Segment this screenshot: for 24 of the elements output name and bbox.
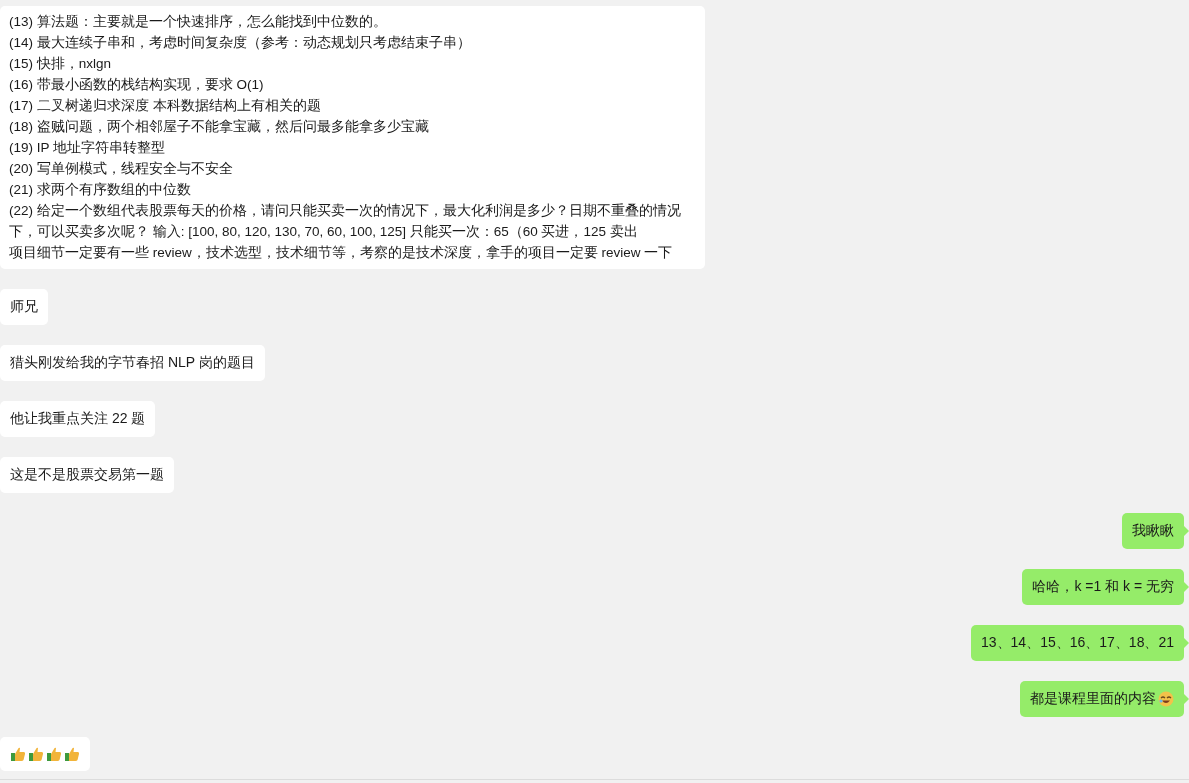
thumbs-up-icon (64, 746, 80, 762)
message-line: (21) 求两个有序数组的中位数 (9, 181, 192, 199)
message-line: (15) 快排，nxlgn (9, 55, 113, 73)
message-text: 13、14、15、16、17、18、21 (981, 634, 1174, 652)
message-line: 下，可以买卖多次呢？ 输入: [100, 80, 120, 130, 70, 60, 100, 125] 只能买一次：65（60 买进，125 卖出 (9, 223, 639, 241)
thumbs-up-icon (10, 746, 26, 762)
message-text: 都是课程里面的内容 (1030, 690, 1156, 708)
message-line: (20) 写单例模式，线程安全与不安全 (9, 160, 234, 178)
message-text: 猎头刚发给我的字节春招 NLP 岗的题目 (10, 354, 255, 372)
message-line: 项目细节一定要有一些 review，技术选型，技术细节等，考察的是技术深度，拿手的项目一定要 review 一下 (9, 244, 674, 262)
message-text: 他让我重点关注 22 题 (10, 410, 146, 428)
message-line: (17) 二叉树递归求深度 本科数据结构上有相关的题 (9, 97, 322, 115)
message-line: (18) 盗贼问题，两个相邻屋子不能拿宝藏，然后问最多能拿多少宝藏 (9, 118, 430, 136)
message-line: (19) IP 地址字符串转整型 (9, 139, 167, 157)
thumbs-up-icon (28, 746, 44, 762)
message-text: 哈哈，k =1 和 k = 无穷 (1032, 578, 1174, 596)
message-text: 我瞅瞅 (1132, 522, 1174, 540)
message-line: (16) 带最小函数的栈结构实现，要求 O(1) (9, 76, 265, 94)
thumbs-up-icon (46, 746, 62, 762)
message-line: (13) 算法题：主要就是一个快速排序，怎么能找到中位数的。 (9, 13, 388, 31)
message-text: 这是不是股票交易第一题 (10, 466, 164, 484)
message-line: (14) 最大连续子串和，考虑时间复杂度（参考：动态规划只考虑结束子串） (9, 34, 472, 52)
message-line: (22) 给定一个数组代表股票每天的价格，请问只能买卖一次的情况下，最大化利润是多少？日期不重叠的情况 (9, 202, 682, 220)
message-text: 师兄 (10, 298, 38, 316)
